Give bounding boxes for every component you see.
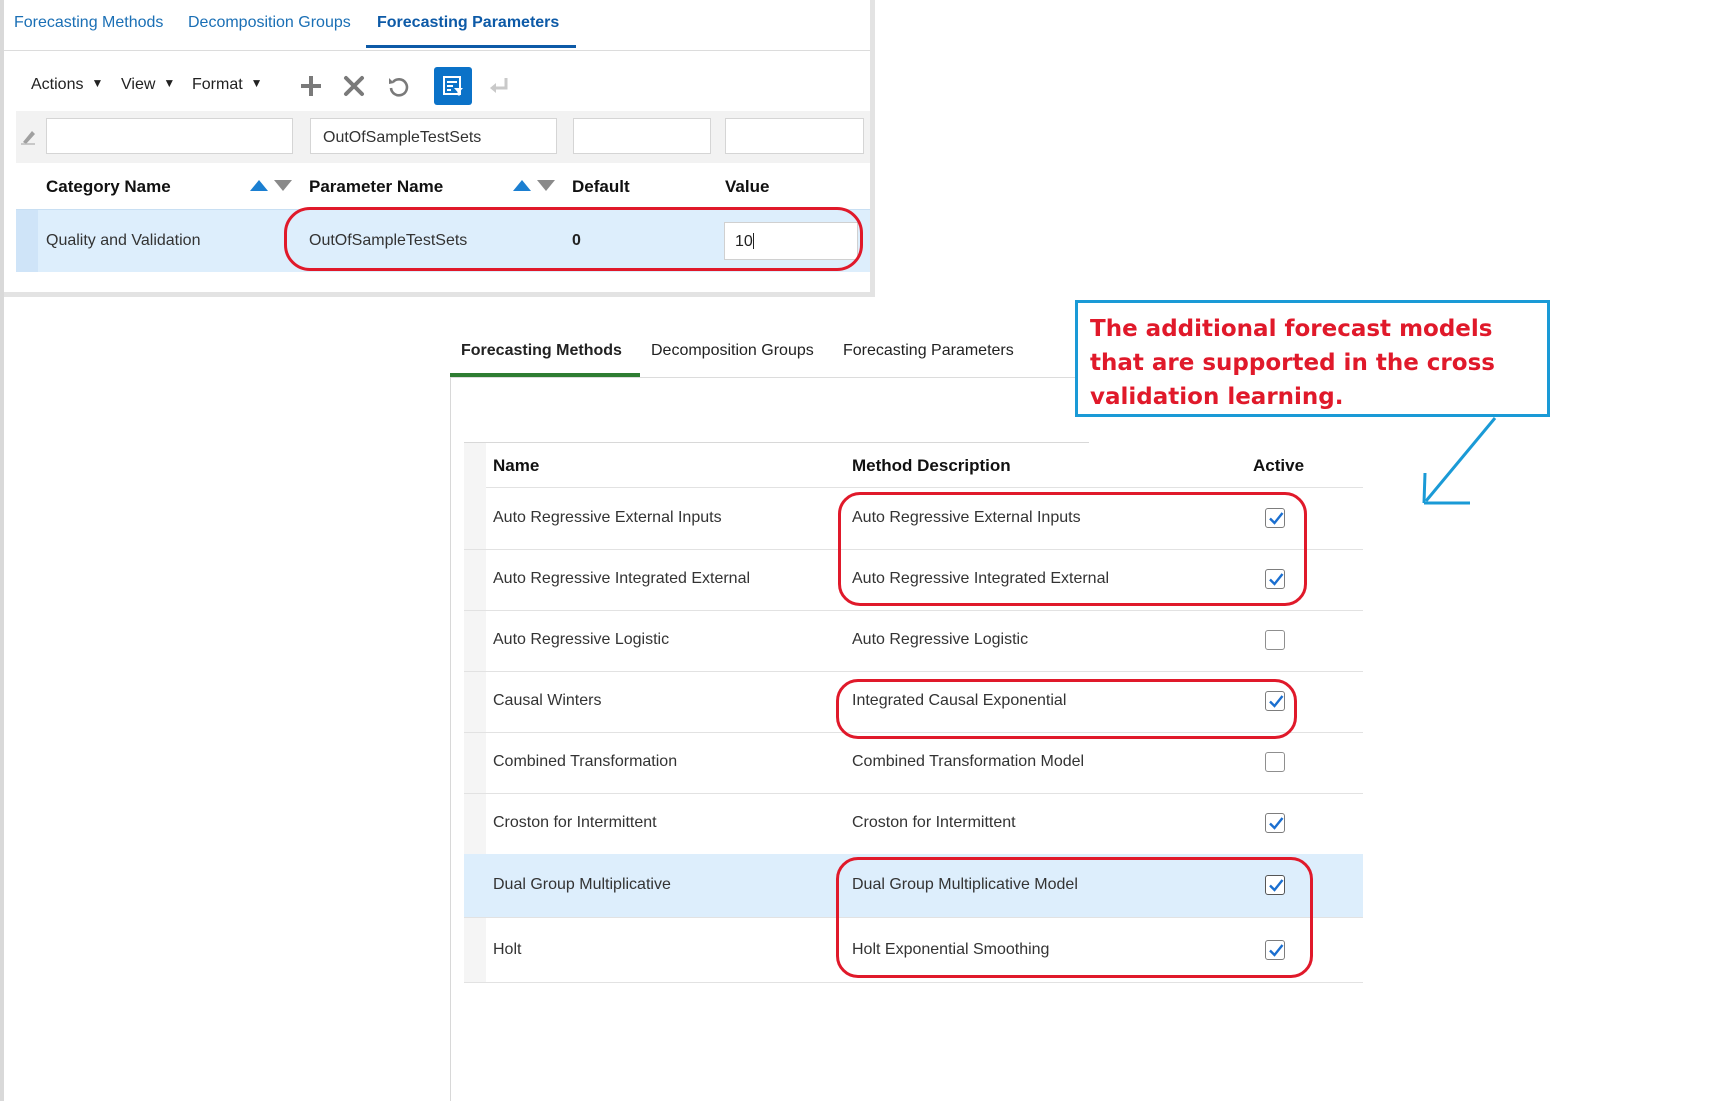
sort-descending-icon[interactable] xyxy=(274,180,292,191)
actions-menu[interactable]: Actions ▼ xyxy=(31,76,103,94)
delete-icon[interactable] xyxy=(340,72,368,100)
sort-ascending-icon[interactable] xyxy=(250,180,268,191)
sort-control[interactable] xyxy=(250,178,294,192)
method-name-cell: Auto Regressive External Inputs xyxy=(493,509,722,526)
parameters-grid-header: Category Name Parameter Name Default Val… xyxy=(16,163,870,209)
tab-forecasting-parameters[interactable]: Forecasting Parameters xyxy=(377,14,559,32)
highlight-ring-dual-group-holt xyxy=(836,857,1313,978)
value-filter-input[interactable] xyxy=(725,118,864,154)
method-name-cell: Auto Regressive Logistic xyxy=(493,631,670,648)
callout-text: The additional forecast models that are … xyxy=(1090,316,1495,410)
tab-decomposition-groups[interactable]: Decomposition Groups xyxy=(651,342,814,360)
tab-bar-methods: Forecasting Methods Decomposition Groups… xyxy=(450,330,1110,378)
refresh-icon[interactable] xyxy=(385,72,413,100)
column-header-active[interactable]: Active xyxy=(1253,456,1304,476)
method-name-cell: Causal Winters xyxy=(493,692,602,709)
table-row[interactable]: Croston for Intermittent Croston for Int… xyxy=(464,793,1363,855)
caret-down-icon: ▼ xyxy=(91,76,104,90)
tab-decomposition-groups[interactable]: Decomposition Groups xyxy=(188,14,351,32)
toolbar: Actions ▼ View ▼ Format ▼ xyxy=(4,62,870,110)
parameter-row-highlight xyxy=(284,207,863,271)
highlight-ring-causal-winters xyxy=(836,679,1297,739)
add-icon[interactable] xyxy=(297,72,325,100)
caret-down-icon: ▼ xyxy=(163,76,176,90)
active-checkbox[interactable] xyxy=(1265,813,1285,833)
tab-forecasting-methods[interactable]: Forecasting Methods xyxy=(461,342,622,360)
tab-bar: Forecasting Methods Decomposition Groups… xyxy=(4,0,870,51)
method-description-cell: Combined Transformation Model xyxy=(852,753,1085,770)
panel-divider xyxy=(450,377,451,1101)
methods-grid-header: Name Method Description Active xyxy=(486,443,1363,488)
parameter-filter-input[interactable]: OutOfSampleTestSets xyxy=(310,118,557,154)
highlight-ring-auto-regressive xyxy=(838,492,1307,606)
active-checkbox[interactable] xyxy=(1265,630,1285,650)
method-name-cell: Combined Transformation xyxy=(493,753,678,770)
view-menu-label: View xyxy=(121,76,156,93)
column-header-name[interactable]: Name xyxy=(493,456,539,476)
default-filter-input[interactable] xyxy=(573,118,711,154)
method-description-cell: Croston for Intermittent xyxy=(852,814,1016,831)
query-by-example-icon[interactable] xyxy=(434,67,472,105)
active-checkbox[interactable] xyxy=(1265,752,1285,772)
column-header-value[interactable]: Value xyxy=(725,177,769,197)
return-icon xyxy=(485,72,513,100)
active-tab-indicator xyxy=(366,45,576,48)
category-cell: Quality and Validation xyxy=(46,232,201,249)
category-filter-input[interactable] xyxy=(46,118,293,154)
sort-control[interactable] xyxy=(513,178,557,192)
annotation-callout: The additional forecast models that are … xyxy=(1075,300,1550,417)
callout-arrow-icon xyxy=(1422,417,1497,505)
query-by-example-filter-row: OutOfSampleTestSets xyxy=(16,111,870,163)
method-name-cell: Holt xyxy=(493,941,522,958)
method-name-cell: Auto Regressive Integrated External xyxy=(493,570,751,587)
tab-forecasting-parameters[interactable]: Forecasting Parameters xyxy=(843,342,1014,360)
view-menu[interactable]: View ▼ xyxy=(121,76,175,94)
column-header-parameter-name[interactable]: Parameter Name xyxy=(309,177,443,197)
active-tab-indicator xyxy=(450,373,640,377)
caret-down-icon: ▼ xyxy=(250,76,263,90)
method-description-cell: Auto Regressive Logistic xyxy=(852,631,1029,648)
checkmark-icon xyxy=(1269,817,1284,830)
column-header-default[interactable]: Default xyxy=(572,177,630,197)
sort-ascending-icon[interactable] xyxy=(513,180,531,191)
sort-descending-icon[interactable] xyxy=(537,180,555,191)
format-menu-label: Format xyxy=(192,76,243,93)
column-header-method-description[interactable]: Method Description xyxy=(852,456,1011,476)
row-selector[interactable] xyxy=(16,210,38,272)
format-menu[interactable]: Format ▼ xyxy=(192,76,263,94)
actions-menu-label: Actions xyxy=(31,76,84,93)
table-row[interactable]: Combined Transformation Combined Transfo… xyxy=(464,732,1363,794)
table-row[interactable]: Auto Regressive Logistic Auto Regressive… xyxy=(464,610,1363,672)
tab-forecasting-methods[interactable]: Forecasting Methods xyxy=(14,14,163,32)
method-name-cell: Dual Group Multiplicative xyxy=(493,876,671,893)
clear-filter-icon[interactable] xyxy=(20,127,38,147)
method-name-cell: Croston for Intermittent xyxy=(493,814,657,831)
column-header-category-name[interactable]: Category Name xyxy=(46,177,171,197)
